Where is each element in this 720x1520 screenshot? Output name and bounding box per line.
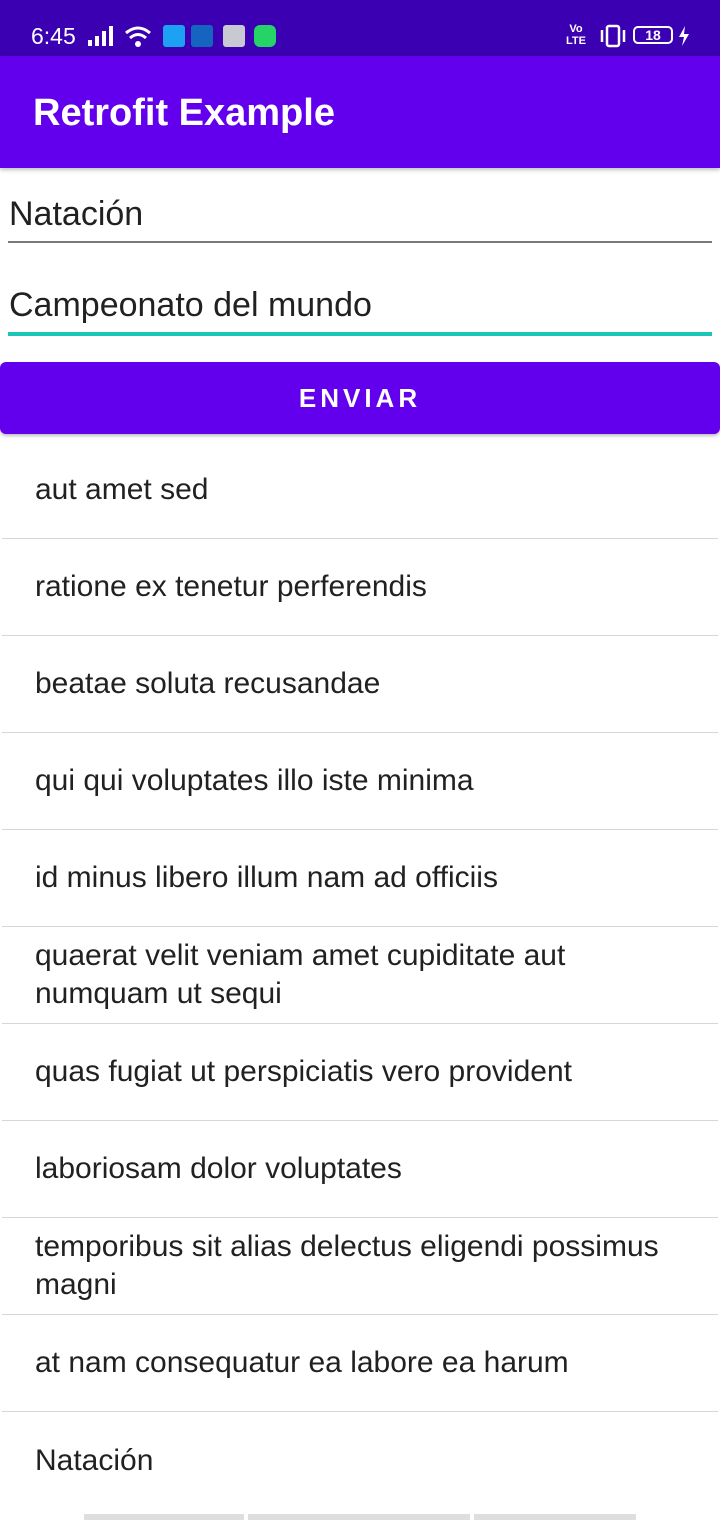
status-time: 6:45 bbox=[31, 23, 76, 49]
list-item-text: ratione ex tenetur perferendis bbox=[35, 570, 427, 603]
app-title: Retrofit Example bbox=[33, 92, 335, 134]
battery-icon: 18 bbox=[633, 26, 673, 44]
wifi-icon bbox=[125, 26, 151, 47]
list-item[interactable]: ratione ex tenetur perferendis bbox=[2, 539, 718, 636]
bottom-bar-segment bbox=[474, 1514, 636, 1520]
event-input-underline bbox=[8, 332, 712, 336]
event-input[interactable]: Campeonato del mundo bbox=[8, 284, 712, 336]
bottom-bar-segment bbox=[84, 1514, 244, 1520]
bottom-bar-segment bbox=[248, 1514, 470, 1520]
usb-icon bbox=[191, 25, 213, 47]
sport-input-value[interactable]: Natación bbox=[8, 193, 712, 235]
list-item[interactable]: Natación bbox=[2, 1412, 718, 1509]
list-item[interactable]: aut amet sed bbox=[2, 442, 718, 539]
bottom-scroll-hint bbox=[84, 1514, 636, 1520]
send-button[interactable]: ENVIAR bbox=[0, 362, 720, 434]
list-item[interactable]: temporibus sit alias delectus eligendi p… bbox=[2, 1218, 718, 1315]
list-item-text: id minus libero illum nam ad officiis bbox=[35, 861, 498, 894]
whatsapp-icon bbox=[254, 25, 276, 47]
list-item[interactable]: qui qui voluptates illo iste minima bbox=[2, 733, 718, 830]
list-item-text: at nam consequatur ea labore ea harum bbox=[35, 1346, 569, 1379]
volte-indicator: Vo LTE bbox=[566, 23, 586, 47]
list-item-text: aut amet sed bbox=[35, 473, 209, 506]
list-item-text: Natación bbox=[35, 1443, 154, 1477]
vibrate-icon bbox=[600, 24, 626, 48]
sport-input[interactable]: Natación bbox=[8, 193, 712, 243]
list-item[interactable]: at nam consequatur ea labore ea harum bbox=[2, 1315, 718, 1412]
list-item-text: beatae soluta recusandae bbox=[35, 667, 381, 700]
app-bar: Retrofit Example bbox=[0, 56, 720, 168]
drive-icon bbox=[223, 25, 245, 47]
list-item[interactable]: quaerat velit veniam amet cupiditate aut… bbox=[2, 927, 718, 1024]
list-item[interactable]: quas fugiat ut perspiciatis vero provide… bbox=[2, 1024, 718, 1121]
list-item-text: temporibus sit alias delectus eligendi p… bbox=[35, 1230, 659, 1301]
list-item[interactable]: beatae soluta recusandae bbox=[2, 636, 718, 733]
sport-input-underline bbox=[8, 241, 712, 243]
twitter-icon bbox=[163, 25, 185, 47]
results-list[interactable]: aut amet sed ratione ex tenetur perferen… bbox=[0, 442, 720, 1509]
list-item-text: quaerat velit veniam amet cupiditate aut… bbox=[35, 939, 566, 1010]
list-item[interactable]: laboriosam dolor voluptates bbox=[2, 1121, 718, 1218]
event-input-value[interactable]: Campeonato del mundo bbox=[8, 284, 712, 326]
list-item[interactable]: id minus libero illum nam ad officiis bbox=[2, 830, 718, 927]
list-item-text: qui qui voluptates illo iste minima bbox=[35, 764, 474, 797]
list-item-text: laboriosam dolor voluptates bbox=[35, 1152, 402, 1185]
charging-icon bbox=[679, 26, 689, 46]
signal-icon bbox=[88, 26, 113, 46]
list-item-text: quas fugiat ut perspiciatis vero provide… bbox=[35, 1055, 572, 1088]
status-bar: 6:45 Vo LTE 18 bbox=[0, 0, 720, 56]
